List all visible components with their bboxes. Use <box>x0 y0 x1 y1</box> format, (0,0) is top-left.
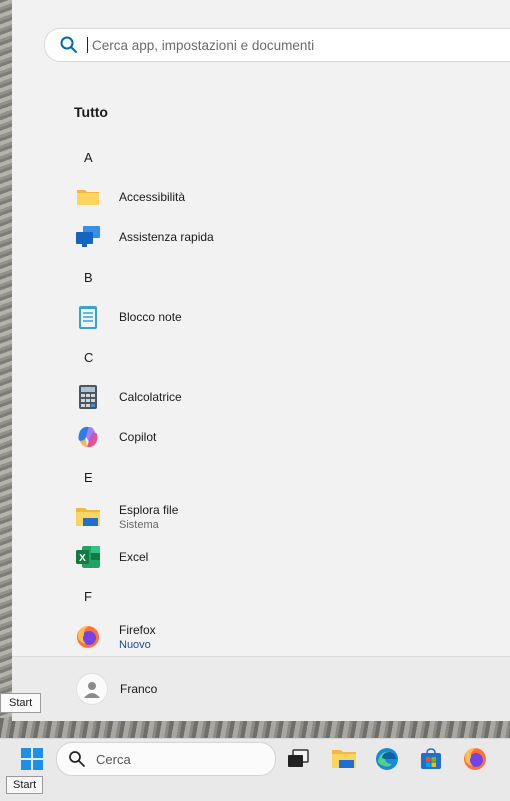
start-tooltip: Start <box>0 693 42 713</box>
new-app-badge: Nuovo <box>119 639 151 651</box>
start-search-input[interactable] <box>90 36 474 54</box>
svg-text:X: X <box>79 553 86 564</box>
start-menu: Tutto A Accessibilità Assistenza rapida … <box>12 0 510 721</box>
app-name: Calcolatrice <box>119 390 182 404</box>
app-item-assistenza-rapida[interactable]: Assistenza rapida <box>74 220 494 254</box>
search-icon <box>60 36 77 53</box>
firefox-icon <box>74 623 102 651</box>
app-name: Firefox <box>119 623 156 637</box>
excel-icon: X <box>74 543 102 571</box>
start-menu-footer: Franco <box>12 656 510 721</box>
letter-header-c[interactable]: C <box>84 350 93 365</box>
copilot-icon <box>74 423 102 451</box>
app-name: Accessibilità <box>119 190 186 204</box>
store-icon[interactable] <box>417 745 445 773</box>
calculator-icon <box>74 383 102 411</box>
taskbar: Cerca <box>0 738 510 801</box>
app-name: Blocco note <box>119 310 182 324</box>
app-item-copilot[interactable]: Copilot <box>74 420 494 454</box>
taskbar-search-box[interactable]: Cerca <box>56 742 276 776</box>
folder-icon <box>74 183 102 211</box>
app-item-calcolatrice[interactable]: Calcolatrice <box>74 380 494 414</box>
user-account-button[interactable]: Franco <box>76 673 157 705</box>
app-name: Excel <box>119 550 149 564</box>
taskbar-start-tooltip: Start <box>6 776 44 794</box>
app-name: Copilot <box>119 430 157 444</box>
text-cursor <box>87 37 88 53</box>
start-search-box[interactable] <box>44 28 510 62</box>
all-apps-title: Tutto <box>74 104 108 120</box>
user-avatar-icon <box>76 673 108 705</box>
firefox-icon[interactable] <box>461 745 489 773</box>
search-icon <box>69 751 85 767</box>
app-item-accessibilita[interactable]: Accessibilità <box>74 180 494 214</box>
letter-header-e[interactable]: E <box>84 470 93 485</box>
taskbar-search-label: Cerca <box>96 751 131 767</box>
file-explorer-icon <box>74 503 102 531</box>
task-view-icon[interactable] <box>284 745 312 773</box>
user-name: Franco <box>120 682 158 696</box>
app-item-firefox[interactable]: Firefox Nuovo <box>74 620 494 654</box>
file-explorer-icon[interactable] <box>330 745 358 773</box>
letter-header-b[interactable]: B <box>84 270 93 285</box>
letter-header-a[interactable]: A <box>84 150 93 165</box>
start-icon[interactable] <box>18 745 46 773</box>
app-name: Assistenza rapida <box>119 230 214 244</box>
app-item-blocco-note[interactable]: Blocco note <box>74 300 494 334</box>
edge-icon[interactable] <box>373 745 401 773</box>
quick-assist-icon <box>74 223 102 251</box>
app-item-esplora-file[interactable]: Esplora file Sistema <box>74 500 494 534</box>
app-subtitle: Sistema <box>119 519 159 531</box>
app-name: Esplora file <box>119 503 179 517</box>
letter-header-f[interactable]: F <box>84 589 92 604</box>
notepad-icon <box>74 303 102 331</box>
desktop-wallpaper-strip <box>0 718 510 740</box>
app-item-excel[interactable]: X Excel <box>74 540 494 574</box>
